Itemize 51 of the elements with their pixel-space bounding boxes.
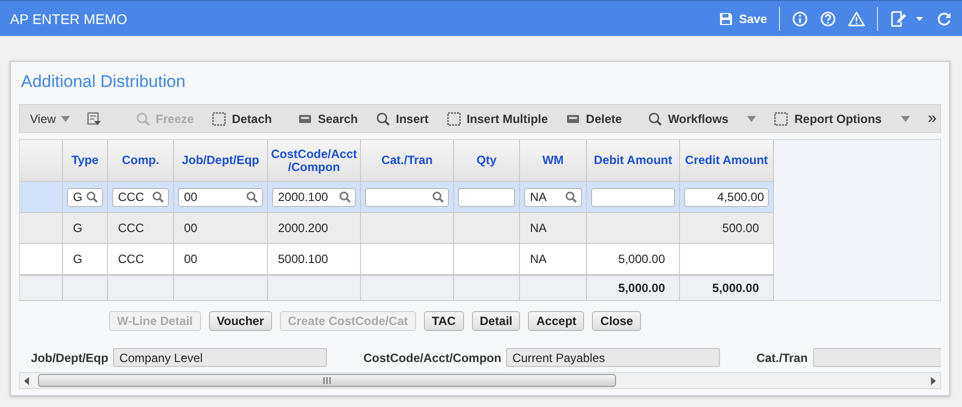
column-header[interactable]: Comp. — [108, 140, 174, 182]
section-heading: Additional Distribution — [20, 71, 186, 93]
table-cell: G — [73, 252, 82, 266]
column-header[interactable]: WM — [520, 140, 586, 182]
field-label: Cat./Tran — [756, 350, 808, 364]
field-label: Job/Dept/Eqp — [31, 350, 108, 364]
action-button[interactable]: Close — [592, 311, 642, 331]
table-cell: NA — [530, 252, 547, 266]
action-button[interactable]: TAC — [424, 311, 464, 331]
total-cell: 5,000.00 — [618, 281, 665, 295]
input-field[interactable]: NA — [524, 188, 582, 206]
column-header[interactable]: Type — [62, 140, 108, 182]
table-cell: CCC — [118, 252, 144, 266]
input-field[interactable]: 4,500.00 — [684, 188, 769, 206]
column-header[interactable]: CostCode/Acct /Compon — [268, 140, 360, 182]
action-button[interactable]: Voucher — [208, 311, 272, 331]
toolbar-button[interactable]: Delete — [556, 112, 631, 126]
view-menu[interactable]: View — [30, 112, 79, 126]
input-field[interactable]: CCC — [112, 188, 169, 206]
table-cell: 00 — [184, 252, 198, 266]
table-cell: 500.00 — [722, 221, 759, 235]
more-button[interactable]: » — [918, 110, 946, 128]
window-title: AP ENTER MEMO — [10, 10, 128, 26]
toolbar-button[interactable]: Detach — [202, 112, 281, 126]
input-field[interactable]: G — [67, 188, 103, 206]
column-header[interactable]: Qty — [454, 140, 520, 182]
readonly-field[interactable]: Company Level — [113, 348, 328, 367]
table-cell: 5000.100 — [278, 252, 328, 266]
toolbar-button[interactable]: Search — [288, 112, 367, 126]
save-button[interactable]: Save — [718, 12, 767, 26]
toolbar-button[interactable]: Insert — [366, 112, 438, 126]
column-header[interactable]: Credit Amount — [680, 140, 774, 182]
table-cell: G — [73, 221, 82, 235]
action-button[interactable]: Accept — [528, 311, 584, 331]
table-cell: 5,000.00 — [618, 252, 665, 266]
toolbar-dropdown[interactable]: Report Options — [765, 112, 919, 126]
total-cell: 5,000.00 — [712, 281, 759, 295]
table-cell: 00 — [184, 221, 198, 235]
readonly-field[interactable]: Current Payables — [506, 348, 720, 367]
field-label: CostCode/Acct/Compon — [363, 350, 502, 364]
column-header[interactable]: Job/Dept/Eqp — [174, 140, 268, 182]
toolbar-dropdown[interactable]: Workflows — [638, 112, 766, 126]
table-cell: NA — [530, 221, 547, 235]
table-cell: CCC — [118, 221, 144, 235]
column-header[interactable]: Debit Amount — [586, 140, 680, 182]
column-header[interactable]: Cat./Tran — [360, 140, 454, 182]
input-field[interactable]: 2000.100 — [272, 188, 356, 206]
action-button[interactable]: Detail — [472, 311, 520, 331]
table-cell: 2000.200 — [278, 221, 328, 235]
toolbar-button[interactable]: Insert Multiple — [438, 112, 557, 126]
input-field[interactable]: 00 — [178, 188, 263, 206]
